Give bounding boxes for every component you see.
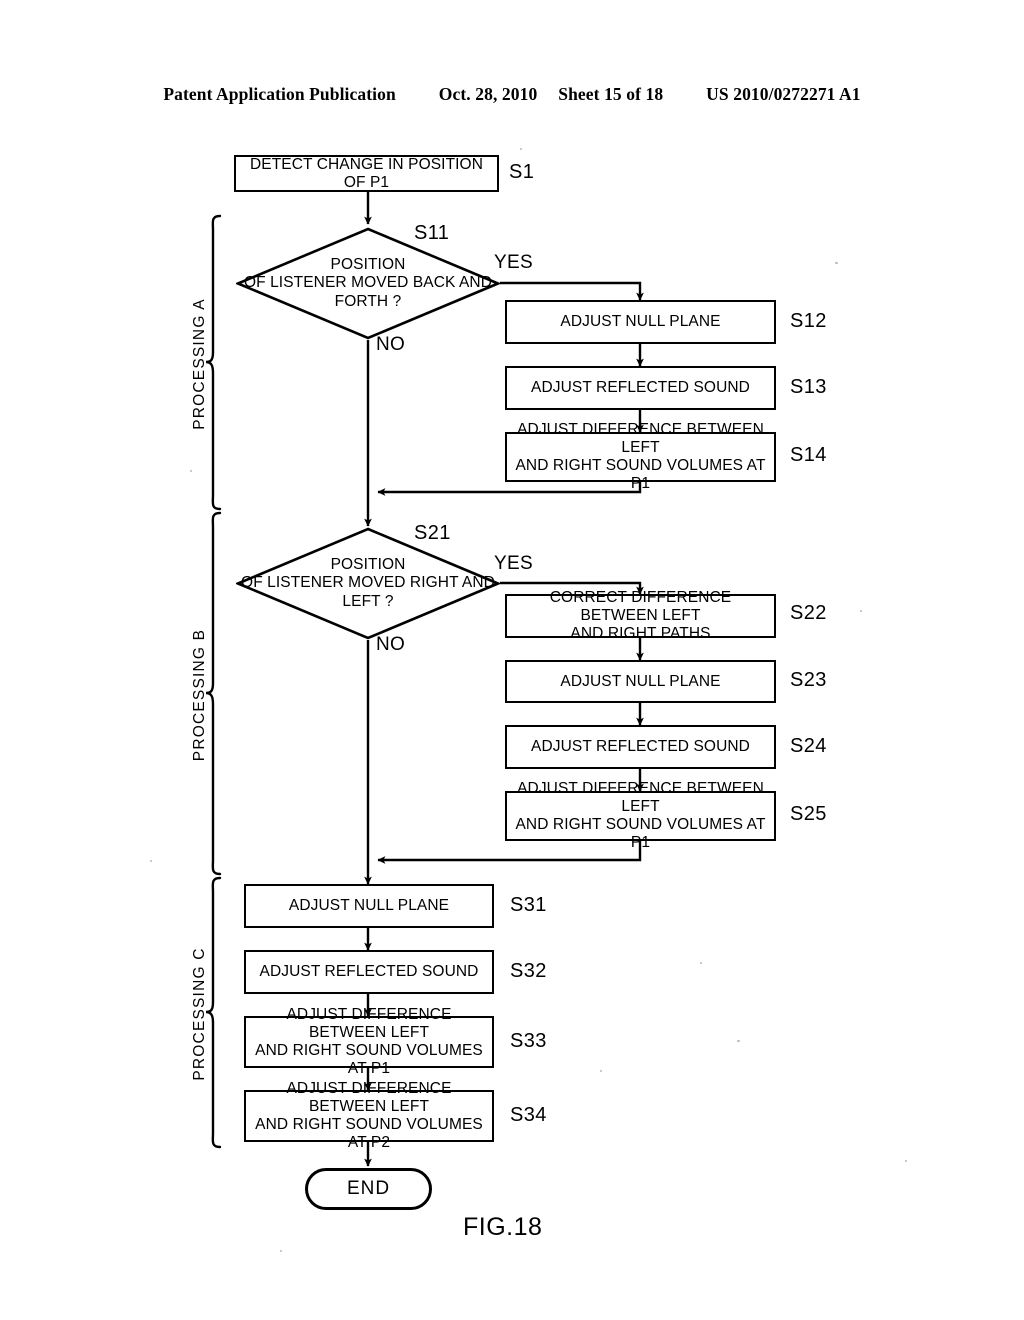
- edge-label-no-s21: NO: [376, 634, 406, 655]
- terminator-end[interactable]: END: [305, 1168, 432, 1210]
- step-label-s32: S32: [510, 960, 547, 982]
- step-label-s21: S21: [414, 522, 451, 544]
- process-box-s23-label: ADJUST NULL PLANE: [560, 672, 721, 690]
- process-box-s31-label: ADJUST NULL PLANE: [288, 897, 450, 915]
- flowchart-diagram: DETECT CHANGE IN POSITION OF P1 S1 POSIT…: [0, 0, 1024, 1320]
- decision-diamond-s21[interactable]: POSITION OF LISTENER MOVED RIGHT AND LEF…: [236, 527, 500, 640]
- process-box-s24-label: ADJUST REFLECTED SOUND: [531, 738, 750, 756]
- group-label-processing-a: PROCESSING A: [191, 298, 208, 430]
- step-label-s13: S13: [790, 376, 827, 398]
- step-label-s11: S11: [414, 222, 450, 244]
- process-box-s34-line1: ADJUST DIFFERENCE BETWEEN LEFT: [286, 1080, 452, 1116]
- scan-speck: [737, 1040, 740, 1042]
- process-box-s14-line1: ADJUST DIFFERENCE BETWEEN LEFT: [517, 421, 764, 457]
- terminator-end-label: END: [346, 1178, 391, 1199]
- edge-label-yes-s21: YES: [494, 553, 533, 574]
- group-label-processing-c: PROCESSING C: [191, 947, 208, 1081]
- process-box-s22[interactable]: CORRECT DIFFERENCE BETWEEN LEFT AND RIGH…: [505, 589, 776, 642]
- step-label-s24: S24: [790, 735, 827, 757]
- scan-speck: [520, 148, 522, 150]
- process-box-s32[interactable]: ADJUST REFLECTED SOUND: [244, 950, 494, 994]
- step-label-s25: S25: [790, 803, 827, 825]
- process-box-s13-label: ADJUST REFLECTED SOUND: [531, 379, 750, 397]
- process-box-s14[interactable]: ADJUST DIFFERENCE BETWEEN LEFT AND RIGHT…: [505, 421, 776, 492]
- step-label-s1: S1: [509, 161, 535, 183]
- process-box-s32-label: ADJUST REFLECTED SOUND: [259, 963, 479, 981]
- edge-label-yes-s11: YES: [494, 252, 533, 273]
- process-box-s34-line2: AND RIGHT SOUND VOLUMES AT P2: [255, 1116, 483, 1151]
- process-box-s13[interactable]: ADJUST REFLECTED SOUND: [505, 366, 776, 410]
- process-box-s25-line2: AND RIGHT SOUND VOLUMES AT P1: [515, 816, 766, 851]
- decision-diamond-s11[interactable]: POSITION OF LISTENER MOVED BACK AND FORT…: [236, 227, 500, 340]
- process-box-s23[interactable]: ADJUST NULL PLANE: [505, 660, 776, 703]
- step-label-s31: S31: [510, 894, 547, 916]
- step-label-s23: S23: [790, 669, 827, 691]
- scan-speck: [280, 1250, 282, 1252]
- process-box-s12[interactable]: ADJUST NULL PLANE: [505, 300, 776, 344]
- scan-speck: [150, 860, 152, 862]
- scan-speck: [600, 1070, 602, 1072]
- process-box-s33-line1: ADJUST DIFFERENCE BETWEEN LEFT: [286, 1006, 452, 1042]
- step-label-s12: S12: [790, 310, 827, 332]
- process-box-s1-label: DETECT CHANGE IN POSITION OF P1: [249, 155, 484, 191]
- process-box-s33[interactable]: ADJUST DIFFERENCE BETWEEN LEFT AND RIGHT…: [244, 1006, 494, 1077]
- process-box-s25-line1: ADJUST DIFFERENCE BETWEEN LEFT: [517, 780, 764, 816]
- scan-speck: [190, 470, 192, 472]
- step-label-s34: S34: [510, 1104, 547, 1126]
- process-box-s22-line2: AND RIGHT PATHS: [570, 624, 711, 642]
- step-label-s14: S14: [790, 444, 827, 466]
- process-box-s33-line2: AND RIGHT SOUND VOLUMES AT P1: [255, 1042, 483, 1077]
- process-box-s22-line1: CORRECT DIFFERENCE BETWEEN LEFT: [549, 589, 732, 625]
- step-label-s22: S22: [790, 602, 827, 624]
- process-box-s12-label: ADJUST NULL PLANE: [560, 313, 721, 331]
- scan-speck: [700, 962, 702, 964]
- group-label-processing-b: PROCESSING B: [191, 628, 208, 762]
- figure-caption: FIG.18: [463, 1213, 543, 1241]
- process-box-s24[interactable]: ADJUST REFLECTED SOUND: [505, 725, 776, 769]
- edge-label-no-s11: NO: [376, 334, 406, 355]
- process-box-s14-line2: AND RIGHT SOUND VOLUMES AT P1: [515, 457, 766, 492]
- step-label-s33: S33: [510, 1030, 547, 1052]
- process-box-s1[interactable]: DETECT CHANGE IN POSITION OF P1: [234, 155, 499, 192]
- scan-speck: [860, 610, 862, 612]
- scan-speck: [905, 1160, 907, 1162]
- process-box-s31[interactable]: ADJUST NULL PLANE: [244, 884, 494, 928]
- process-box-s25[interactable]: ADJUST DIFFERENCE BETWEEN LEFT AND RIGHT…: [505, 780, 776, 851]
- process-box-s34[interactable]: ADJUST DIFFERENCE BETWEEN LEFT AND RIGHT…: [244, 1080, 494, 1151]
- scan-speck: [835, 262, 838, 264]
